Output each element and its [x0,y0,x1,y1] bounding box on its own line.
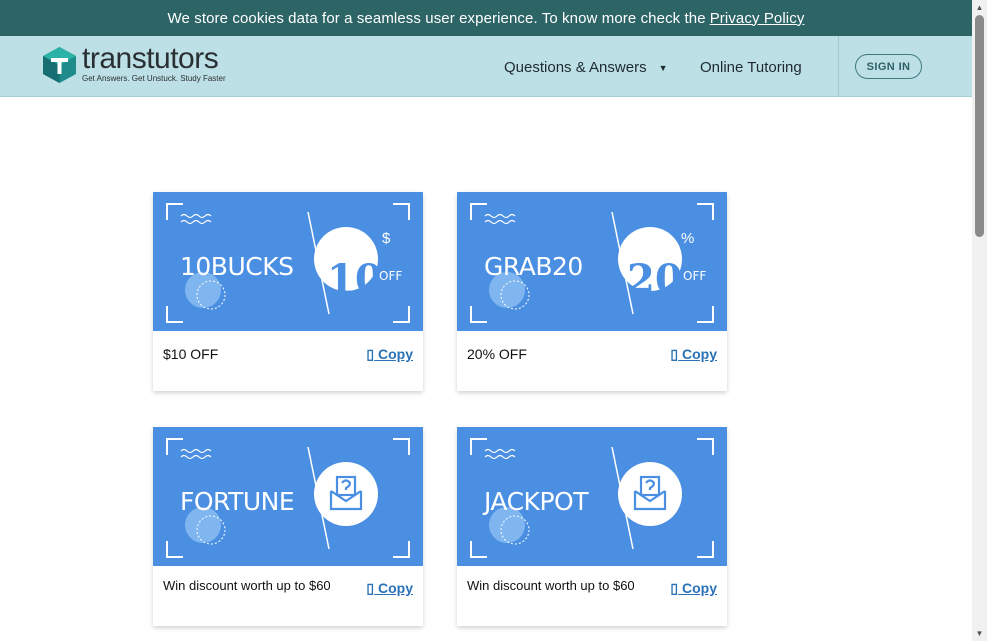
copy-label: Copy [378,346,413,362]
coupon-description: Win discount worth up to $60 [467,578,635,593]
coupon-card: 10BUCKS 10 $ OFF $10 OFF ▯ Copy [153,192,423,391]
coupon-code: GRAB20 [484,252,583,281]
coupon-description: $10 OFF [163,346,219,362]
coupon-amount: 20 [627,256,683,303]
copy-button[interactable]: ▯ Copy [366,346,413,363]
scroll-up-arrow-icon[interactable]: ▲ [972,0,987,15]
coupon-code: JACKPOT [484,487,588,516]
copy-button[interactable]: ▯ Copy [670,580,717,597]
nav-questions-answers[interactable]: Questions & Answers ▼ [504,59,668,76]
coupon-banner: 10BUCKS 10 $ OFF [153,192,423,331]
logo-icon [43,46,76,83]
coupon-description: 20% OFF [467,346,527,362]
chevron-down-icon: ▼ [658,62,668,73]
nav-qa-label: Questions & Answers [504,59,647,76]
copy-button[interactable]: ▯ Copy [366,580,413,597]
logo[interactable]: transtutors Get Answers. Get Unstuck. St… [43,42,226,83]
cookie-banner: We store cookies data for a seamless use… [0,0,972,36]
copy-label: Copy [682,346,717,362]
coupon-banner: JACKPOT [457,427,727,566]
copy-label: Copy [378,580,413,596]
site-header: transtutors Get Answers. Get Unstuck. St… [0,36,972,97]
coupon-banner: FORTUNE [153,427,423,566]
coupon-card: GRAB20 20 % OFF 20% OFF ▯ Copy [457,192,727,391]
brand-tagline: Get Answers. Get Unstuck. Study Faster [82,74,226,83]
header-divider [838,36,839,96]
brand-name: transtutors [82,42,219,75]
copy-icon: ▯ [366,580,375,596]
sign-in-button[interactable]: SIGN IN [855,54,922,79]
privacy-policy-link[interactable]: Privacy Policy [710,10,805,27]
vertical-scrollbar[interactable]: ▲ ▼ [972,0,987,641]
coupon-card: FORTUNE Win discount worth up to $60 ▯ C… [153,427,423,626]
coupon-symbol: $ [382,230,391,247]
copy-icon: ▯ [670,346,679,362]
copy-button[interactable]: ▯ Copy [670,346,717,363]
coupon-off-label: OFF [379,269,403,283]
copy-icon: ▯ [670,580,679,596]
coupon-banner: GRAB20 20 % OFF [457,192,727,331]
copy-icon: ▯ [366,346,375,362]
nav-online-tutoring[interactable]: Online Tutoring [700,59,802,76]
coupon-code: FORTUNE [180,487,295,516]
copy-label: Copy [682,580,717,596]
coupon-off-label: OFF [683,269,707,283]
scrollbar-thumb[interactable] [975,15,984,237]
coupon-code: 10BUCKS [180,252,294,281]
cookie-text: We store cookies data for a seamless use… [167,9,706,27]
scroll-down-arrow-icon[interactable]: ▼ [972,626,987,641]
coupon-amount: 10 [327,256,383,303]
coupon-card: JACKPOT Win discount worth up to $60 ▯ C… [457,427,727,626]
coupon-symbol: % [681,230,695,247]
coupon-description: Win discount worth up to $60 [163,578,331,593]
